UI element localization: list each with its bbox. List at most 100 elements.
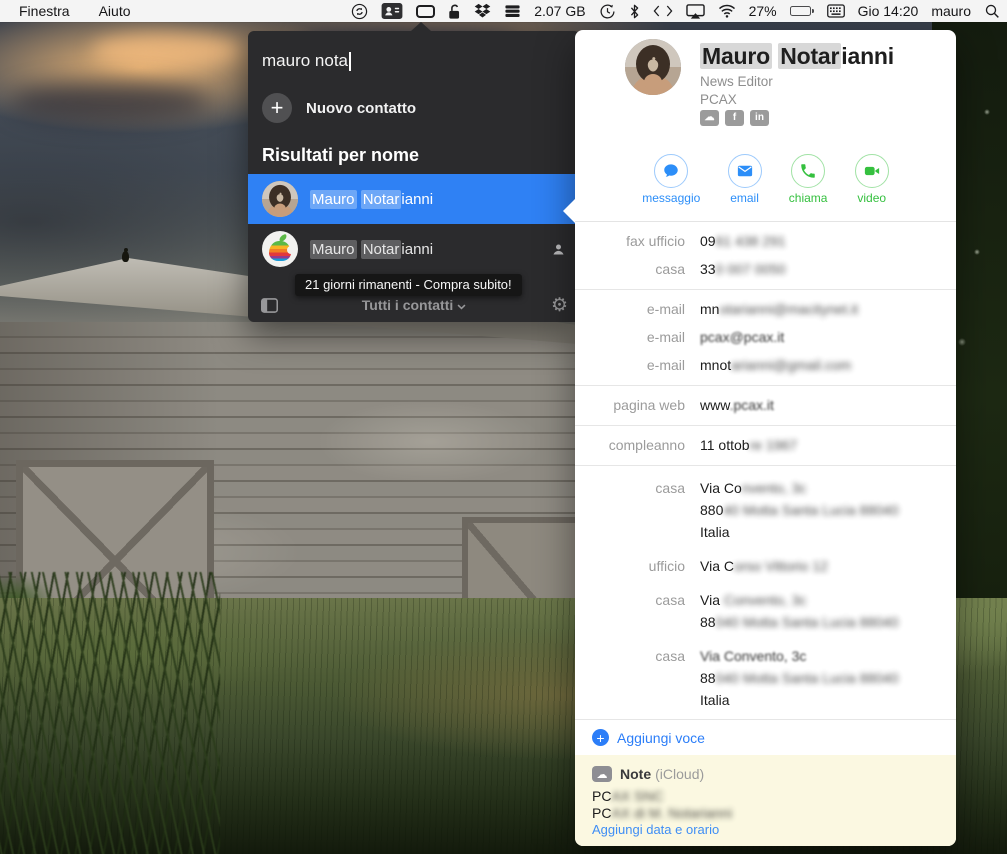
phone-icon <box>791 154 826 188</box>
contact-photo-avatar <box>262 181 298 217</box>
note-title: Note <box>620 766 652 782</box>
stack-icon[interactable] <box>504 2 521 20</box>
text-segment: 09 <box>700 233 716 249</box>
field-group: casa Via Convento, 3c 88040 Motta Santa Lu… <box>575 466 956 719</box>
trial-tooltip: 21 giorni rimanenti - Compra subito! <box>295 274 522 296</box>
memory-usage[interactable]: 2.07 GB <box>534 3 585 19</box>
menu-aiuto[interactable]: Aiuto <box>99 3 131 19</box>
field-value[interactable]: Via Convento, 3c 88040 Motta Santa Lucia … <box>700 477 956 543</box>
text-segment: mnot <box>700 357 732 373</box>
keyboard-icon[interactable] <box>826 2 845 20</box>
text-segment: Via C <box>700 558 734 574</box>
action-buttons: messaggio email chiama video <box>575 148 956 222</box>
text-segment: Mauro <box>310 189 357 209</box>
person-icon <box>551 242 566 257</box>
search-input[interactable]: mauro nota <box>248 31 580 87</box>
new-contact-label: Nuovo contatto <box>306 99 416 117</box>
action-chiama-button[interactable]: chiama <box>789 148 827 221</box>
menu-bar-menus: Finestra Aiuto <box>0 3 131 19</box>
chevron-down-icon <box>457 297 466 313</box>
text-segment: Mauro <box>700 43 773 69</box>
add-entry-button[interactable]: + Aggiungi voce <box>575 719 956 755</box>
apple-logo-avatar <box>262 231 298 267</box>
contact-card: Mauro Notarianni News Editor PCAX ☁ f in m… <box>563 30 956 846</box>
text-segment: orso Vittorio 12 <box>733 558 828 574</box>
action-video-button[interactable]: video <box>854 148 889 221</box>
contact-field-row: e-mail mnotarianni@gmail.com <box>575 351 956 379</box>
icloud-icon[interactable]: ☁ <box>700 110 719 126</box>
battery-percent: 27% <box>748 3 777 19</box>
cloud <box>92 34 242 68</box>
field-value[interactable]: www.pcax.it <box>700 394 956 416</box>
field-value[interactable]: pcax@pcax.it <box>700 326 956 348</box>
note-text[interactable]: PCAX SNC PCAX di M. Notarianni <box>592 788 939 822</box>
action-messaggio-button[interactable]: messaggio <box>642 148 700 221</box>
sync-icon[interactable] <box>351 2 368 20</box>
field-label: e-mail <box>646 329 685 345</box>
text-segment: Italia <box>700 692 730 708</box>
social-badges: ☁ f in <box>700 110 769 126</box>
facebook-icon[interactable]: f <box>725 110 744 126</box>
text-segment: 040 Motta Santa Lucia 88040 <box>715 670 899 686</box>
field-label: casa <box>655 592 685 608</box>
plus-icon: + <box>262 93 292 123</box>
contact-result-row[interactable]: Mauro Notar ianni <box>248 174 580 224</box>
text-segment: Notar <box>360 239 402 259</box>
contacts-search-popup: mauro nota + Nuovo contatto Risultati pe… <box>248 22 580 322</box>
field-value[interactable]: Via Convento, 3c 88040 Motta Santa Lucia … <box>700 645 956 711</box>
menu-bar-user[interactable]: mauro <box>931 3 971 19</box>
new-contact-button[interactable]: + Nuovo contatto <box>248 87 580 133</box>
display-icon[interactable] <box>416 2 436 20</box>
contact-field-row: fax ufficio 0961 438 291 <box>575 227 956 255</box>
menu-bar-clock[interactable]: Gio 14:20 <box>858 3 919 19</box>
menu-finestra[interactable]: Finestra <box>19 3 70 19</box>
icloud-cloud-icon: ☁ <box>592 766 612 782</box>
add-entry-label: Aggiungi voce <box>617 729 705 746</box>
field-value[interactable]: Via Corso Vittorio 12 <box>700 555 956 577</box>
dropbox-icon[interactable] <box>474 2 491 20</box>
contacts-filter-dropdown[interactable]: Tutti i contatti <box>248 297 580 313</box>
contact-field-row: e-mail mnotarianni@macitynet.it <box>575 295 956 323</box>
text-segment: 33 <box>700 261 716 277</box>
field-value[interactable]: mnotarianni@gmail.com <box>700 354 956 376</box>
text-segment: ianni <box>841 43 894 69</box>
contact-result-row[interactable]: Mauro Notar ianni <box>248 224 580 274</box>
text-segment: arianni@gmail.com <box>731 357 852 373</box>
field-value[interactable]: Via Convento, 3c 88040 Motta Santa Lucia … <box>700 589 956 633</box>
lock-open-icon[interactable] <box>448 2 461 20</box>
time-machine-icon[interactable] <box>599 2 616 20</box>
field-label: pagina web <box>613 397 685 413</box>
card-left-notch <box>563 199 575 223</box>
field-value[interactable]: 11 ottobre 1967 <box>700 434 956 456</box>
text-segment: AX SNC <box>611 788 664 804</box>
airplay-icon[interactable] <box>685 2 705 20</box>
bird-on-roof <box>122 248 129 262</box>
field-group: e-mail mnotarianni@macitynet.it e-mail pcax… <box>575 290 956 386</box>
wifi-icon[interactable] <box>718 2 736 20</box>
action-email-button[interactable]: email <box>727 148 762 221</box>
code-brackets-icon[interactable] <box>653 2 673 20</box>
field-value[interactable]: 330 007 0050 <box>700 258 956 280</box>
contacts-icon[interactable] <box>381 2 403 20</box>
text-segment: pcax@pcax.it <box>700 329 785 345</box>
menu-bar: Finestra Aiuto 2.07 GB 27% Gio 14:20 mau… <box>0 0 1007 22</box>
text-segment: 880 <box>700 502 724 518</box>
video-camera-icon <box>854 154 889 188</box>
bluetooth-icon[interactable] <box>629 2 640 20</box>
add-date-time-link[interactable]: Aggiungi data e orario <box>592 822 719 837</box>
text-segment: Mauro <box>310 239 357 259</box>
text-segment: otarianni@macitynet.it <box>719 301 859 317</box>
text-segment: 0 007 0050 <box>715 261 786 277</box>
field-value[interactable]: mnotarianni@macitynet.it <box>700 298 956 320</box>
text-caret <box>349 51 351 71</box>
linkedin-icon[interactable]: in <box>750 110 769 126</box>
spotlight-search-icon[interactable] <box>984 2 1000 20</box>
text-segment: Via <box>700 592 724 608</box>
contact-fields: fax ufficio 0961 438 291 casa 330 007 0050 e… <box>575 222 956 719</box>
battery-icon[interactable] <box>789 2 814 20</box>
text-segment: 88 <box>700 670 716 686</box>
field-value[interactable]: 0961 438 291 <box>700 230 956 252</box>
note-section[interactable]: ☁ Note (iCloud) PCAX SNC PCAX di M. Notar… <box>575 755 956 846</box>
menu-bar-status: 2.07 GB 27% Gio 14:20 mauro <box>351 2 1007 20</box>
field-group: fax ufficio 0961 438 291 casa 330 007 0050 <box>575 222 956 290</box>
